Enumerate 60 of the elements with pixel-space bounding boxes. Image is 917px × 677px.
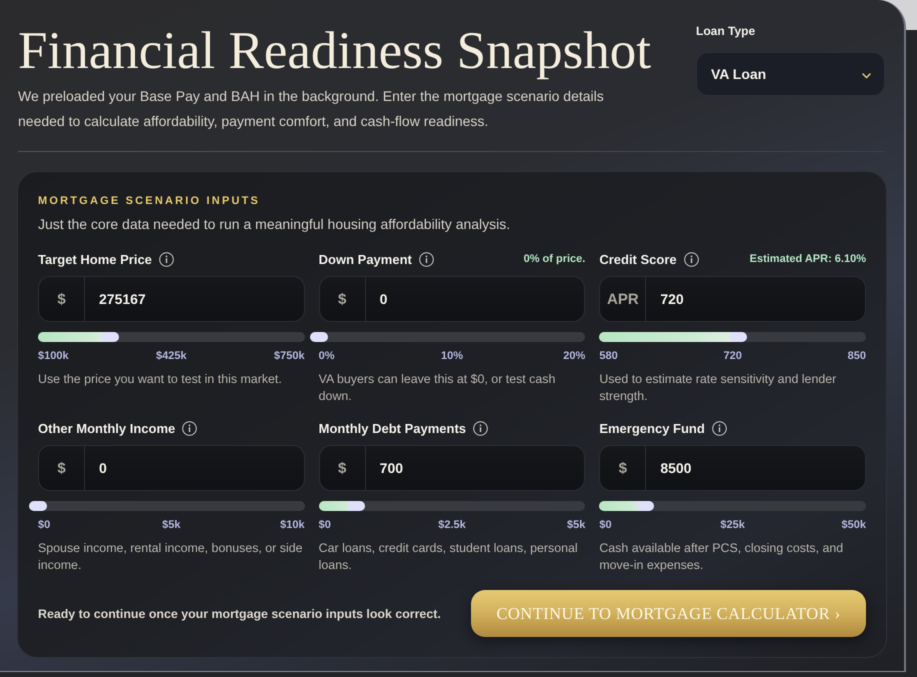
field-note: Estimated APR: 6.10% xyxy=(750,253,866,265)
slider-thumb[interactable] xyxy=(310,332,328,342)
input-prefix: $ xyxy=(38,276,85,322)
field-label: Credit Score xyxy=(599,252,677,266)
tick-label: 850 xyxy=(846,350,866,363)
help-text: Use the price you want to test in this market. xyxy=(38,371,283,388)
help-text: Cash available after PCS, closing costs, and move-in expenses. xyxy=(599,540,844,574)
tick-label: $0 xyxy=(318,519,332,532)
tick-label: 720 xyxy=(722,350,743,363)
loan-type-select[interactable]: VA Loan xyxy=(696,52,885,96)
chevron-down-icon xyxy=(862,73,871,79)
info-icon[interactable] xyxy=(684,252,699,266)
section-heading: MORTGAGE SCENARIO INPUTS xyxy=(38,194,262,208)
status-text: Ready to continue once your mortgage scenario inputs look correct. xyxy=(38,606,441,620)
field-label: Other Monthly Income xyxy=(38,420,176,436)
help-text: VA buyers can leave this at $0, or test cash down. xyxy=(318,371,556,405)
input-field[interactable]: 700 xyxy=(366,445,586,491)
slider-thumb[interactable] xyxy=(29,501,47,511)
info-icon[interactable] xyxy=(712,420,727,436)
help-text: Spouse income, rental income, bonuses, or side income. xyxy=(38,540,304,574)
loan-type-label: Loan Type xyxy=(696,24,756,39)
input-field[interactable]: 275167 xyxy=(85,276,305,322)
tick-label: $5k xyxy=(161,519,182,532)
input-prefix: $ xyxy=(318,276,366,322)
input-field[interactable]: 0 xyxy=(366,276,586,322)
tick-label: $5k xyxy=(566,519,586,532)
field-label: Down Payment xyxy=(318,252,412,266)
input-prefix: $ xyxy=(318,445,366,491)
tick-label: $750k xyxy=(273,350,305,363)
tick-label: 20% xyxy=(562,350,586,363)
input-prefix: APR xyxy=(599,276,646,322)
tick-label: $0 xyxy=(38,519,52,532)
tick-label: $100k xyxy=(38,350,70,363)
tick-label: $10k xyxy=(279,519,305,532)
field-label: Emergency Fund xyxy=(599,420,705,436)
tick-label: 10% xyxy=(440,350,464,363)
tick-label: 580 xyxy=(599,350,619,363)
input-field[interactable]: 8500 xyxy=(646,445,866,491)
tick-label: $425k xyxy=(155,350,188,363)
help-text: Used to estimate rate sensitivity and lender strength. xyxy=(599,371,838,405)
info-icon[interactable] xyxy=(473,420,488,436)
input-field[interactable]: 720 xyxy=(646,276,866,322)
field-note: 0% of price. xyxy=(524,253,586,265)
tick-label: $0 xyxy=(599,519,613,532)
field-label: Target Home Price xyxy=(38,252,152,266)
field-label: Monthly Debt Payments xyxy=(318,420,466,436)
tick-label: $2.5k xyxy=(437,519,467,532)
page-subtitle: We preloaded your Base Pay and BAH in the background. Enter the mortgage scenario details needed to calculate affordability, payment comfort, and cash-flow readiness. xyxy=(18,87,605,131)
help-text: Car loans, credit cards, student loans, personal loans. xyxy=(318,540,579,574)
tick-label: $25k xyxy=(719,519,746,532)
tick-label: $50k xyxy=(840,519,866,532)
input-prefix: $ xyxy=(38,445,85,491)
page-title: Financial Readiness Snapshot xyxy=(18,21,652,82)
info-icon[interactable] xyxy=(418,252,434,266)
input-field[interactable]: 0 xyxy=(85,445,305,491)
section-description: Just the core data needed to run a meaningful housing affordability analysis. xyxy=(38,215,512,233)
tick-label: 0% xyxy=(318,350,336,363)
input-prefix: $ xyxy=(599,445,646,491)
info-icon[interactable] xyxy=(158,252,174,266)
info-icon[interactable] xyxy=(182,420,198,436)
